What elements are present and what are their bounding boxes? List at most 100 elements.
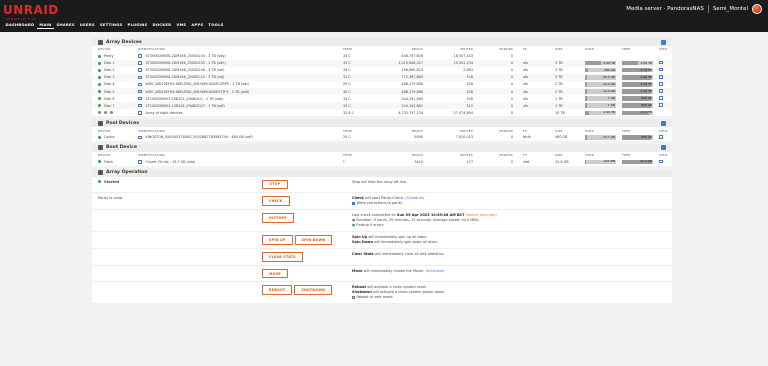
safe-mode-checkbox[interactable] [352, 295, 355, 299]
status-dot [98, 180, 101, 184]
used-cell: 7 GB [585, 95, 622, 102]
op-spin-row: SPIN UP SPIN DOWN Spin Up will immediate… [92, 232, 672, 250]
external-link-icon[interactable] [659, 82, 663, 86]
device-name[interactable]: Disk 3 [104, 75, 115, 79]
stop-button[interactable]: STOP [262, 179, 288, 190]
free-cell: 1.50 TB [622, 59, 659, 67]
boot-icon [98, 145, 103, 151]
identification[interactable]: KINGSTON_SA400S37480G_50026B7783985749 -… [146, 135, 253, 139]
nav-tools[interactable]: TOOLS [206, 22, 226, 29]
op-clear-row: CLEAR STATS Clear Stats will immediately… [92, 249, 672, 266]
disk-icon [138, 54, 142, 58]
external-link-icon[interactable] [659, 75, 663, 79]
nav-main[interactable]: MAIN [36, 22, 54, 29]
external-link-icon[interactable] [659, 135, 663, 139]
identification[interactable]: WDC_WD20EFRX-68EUZN0_WD-WMC4N0E3T7F9 - 2… [146, 90, 250, 94]
move-schedule-link[interactable]: (Schedule) [426, 269, 445, 273]
free-value: 993 GB [640, 95, 652, 100]
nav-shares[interactable]: SHARES [54, 22, 77, 29]
summary-view [659, 109, 672, 116]
used-bar: 284 GB [585, 68, 616, 73]
used-bar-fill [585, 60, 601, 66]
spin-down-button[interactable]: SPIN DOWN [294, 235, 333, 245]
toggle-icon[interactable] [661, 120, 666, 126]
table-row: Disk 5 WDC_WD20EFRX-68EUZN0_WD-WMC4N0E3T7… [92, 87, 672, 96]
disk-icon [138, 61, 142, 65]
nav-users[interactable]: USERS [77, 22, 97, 29]
view-cell [659, 87, 672, 96]
check-ok-icon: ● [352, 223, 356, 228]
write-corrections-checkbox[interactable] [352, 201, 355, 205]
identification[interactable]: ST3000DM008-2DM166_Z5000236 - 3 TB (sdi) [146, 68, 225, 72]
nav-settings[interactable]: SETTINGS [97, 22, 125, 29]
identification[interactable]: ST1000DM003-1SB102_Z9AB0CQ7 - 1 TB (sdf) [146, 104, 225, 108]
nav-vms[interactable]: VMS [174, 22, 189, 29]
external-link-icon[interactable] [659, 159, 663, 164]
identification-cell: WDC_WD20EFRX-68EUZN0_WD-WMC4N0E1ZRP5 - 2… [138, 81, 343, 88]
disk-icon [138, 75, 142, 80]
nav-dashboard[interactable]: DASHBOARD [3, 22, 37, 29]
free-bar: 1.99 TB [622, 89, 653, 94]
size: 1 TB [555, 102, 585, 110]
identification-cell: ST3000DM008-2DM166_Z500ECLS - 3 TB (sdj) [138, 73, 343, 81]
identification-cell: WDC_WD20EFRX-68EUZN0_WD-WMC4N0E3T7F9 - 2… [138, 87, 343, 96]
temp: 33 C [343, 54, 351, 59]
nav-apps[interactable]: APPS [189, 22, 206, 29]
avatar[interactable] [752, 4, 762, 14]
identification[interactable]: ST1000DM003-1SB102_Z9AB0CG - 1 TB (sde) [146, 97, 224, 101]
external-link-icon[interactable] [659, 60, 663, 65]
free-cell: 993 GB [622, 102, 659, 110]
table-row: Cache KINGSTON_SA400S37480G_50026B7783985… [92, 134, 672, 141]
used-cell: 284 GB [585, 67, 622, 74]
op-move-row: MOVE Move will immediately invoke the Mo… [92, 266, 672, 283]
spin-down-term: Spin Down [352, 240, 373, 245]
device-name[interactable]: Cache [104, 135, 115, 139]
external-link-icon[interactable] [659, 67, 663, 72]
used-cell: 14.3 GB [585, 81, 622, 88]
toggle-icon[interactable] [661, 145, 666, 151]
clear-stats-button[interactable]: CLEAR STATS [262, 252, 303, 262]
device-name[interactable]: Flash [104, 160, 113, 164]
move-description: Move will immediately invoke the Mover. … [352, 269, 672, 274]
identification[interactable]: ST3000DM008-2DM166_Z5000234 - 3 TB (sdg) [146, 54, 226, 58]
toggle-icon[interactable] [661, 39, 666, 45]
nav-docker[interactable]: DOCKER [150, 22, 174, 29]
check-schedule-link[interactable]: (Schedule) [405, 196, 424, 200]
nav-plugins[interactable]: PLUGINS [125, 22, 150, 29]
external-link-icon[interactable] [659, 103, 663, 107]
reboot-button[interactable]: REBOOT [262, 285, 293, 295]
move-button[interactable]: MOVE [262, 268, 288, 279]
boot-device-panel: Boot Device DEVICE IDENTIFICATION TEMP. REA… [92, 143, 672, 166]
size: 2 TB [555, 82, 563, 87]
identification[interactable]: Cruzer_Fit Ide - 15.7 GB (sda) [146, 160, 196, 164]
array-table: DEVICE IDENTIFICATION TEMP. READS WRITES ERRO… [92, 46, 672, 116]
external-link-icon[interactable] [659, 96, 663, 100]
view-cell [659, 67, 672, 74]
identification[interactable]: WDC_WD20EFRX-68EUZN0_WD-WMC4N0E1ZRP5 - 2… [146, 82, 250, 86]
user-name[interactable]: Semi_Montel [713, 6, 748, 12]
shutdown-button[interactable]: SHUTDOWN [294, 285, 333, 295]
free-cell: 993 GB [622, 95, 659, 102]
identification[interactable]: ST3000DM008-2DM166_Z500ECLS - 3 TB (sdj) [146, 75, 225, 79]
free-cell: 456 GB [622, 134, 659, 141]
free-cell: 2.72 TB [622, 67, 659, 74]
view-cell [659, 95, 672, 102]
status-dot [98, 82, 101, 86]
device-name[interactable]: Parity [104, 54, 114, 58]
check-button[interactable]: CHECK [262, 196, 290, 206]
device-name[interactable]: Disk 7 [104, 104, 115, 108]
device-name[interactable]: Disk 1 [104, 61, 115, 65]
external-link-icon[interactable] [659, 89, 663, 93]
device-name[interactable]: Disk 2 [104, 68, 115, 72]
summary-free-value: 13.1 TB [640, 110, 652, 115]
identification[interactable]: ST3000DM008-2DM166_Z5000235 - 3 TB (sdh) [146, 61, 226, 65]
used-cell: 14.3 GB [585, 87, 622, 96]
device-name[interactable]: Disk 5 [104, 90, 115, 94]
free-value: 2.98 TB [640, 74, 652, 79]
device-name[interactable]: Disk 6 [104, 97, 115, 101]
device-name[interactable]: Disk 4 [104, 82, 115, 86]
used-bar: 20.9 GB [585, 75, 616, 80]
history-button[interactable]: HISTORY [262, 213, 294, 223]
reboot-text: will activate a clean system reset. [366, 285, 427, 290]
spin-up-button[interactable]: SPIN UP [262, 235, 293, 245]
